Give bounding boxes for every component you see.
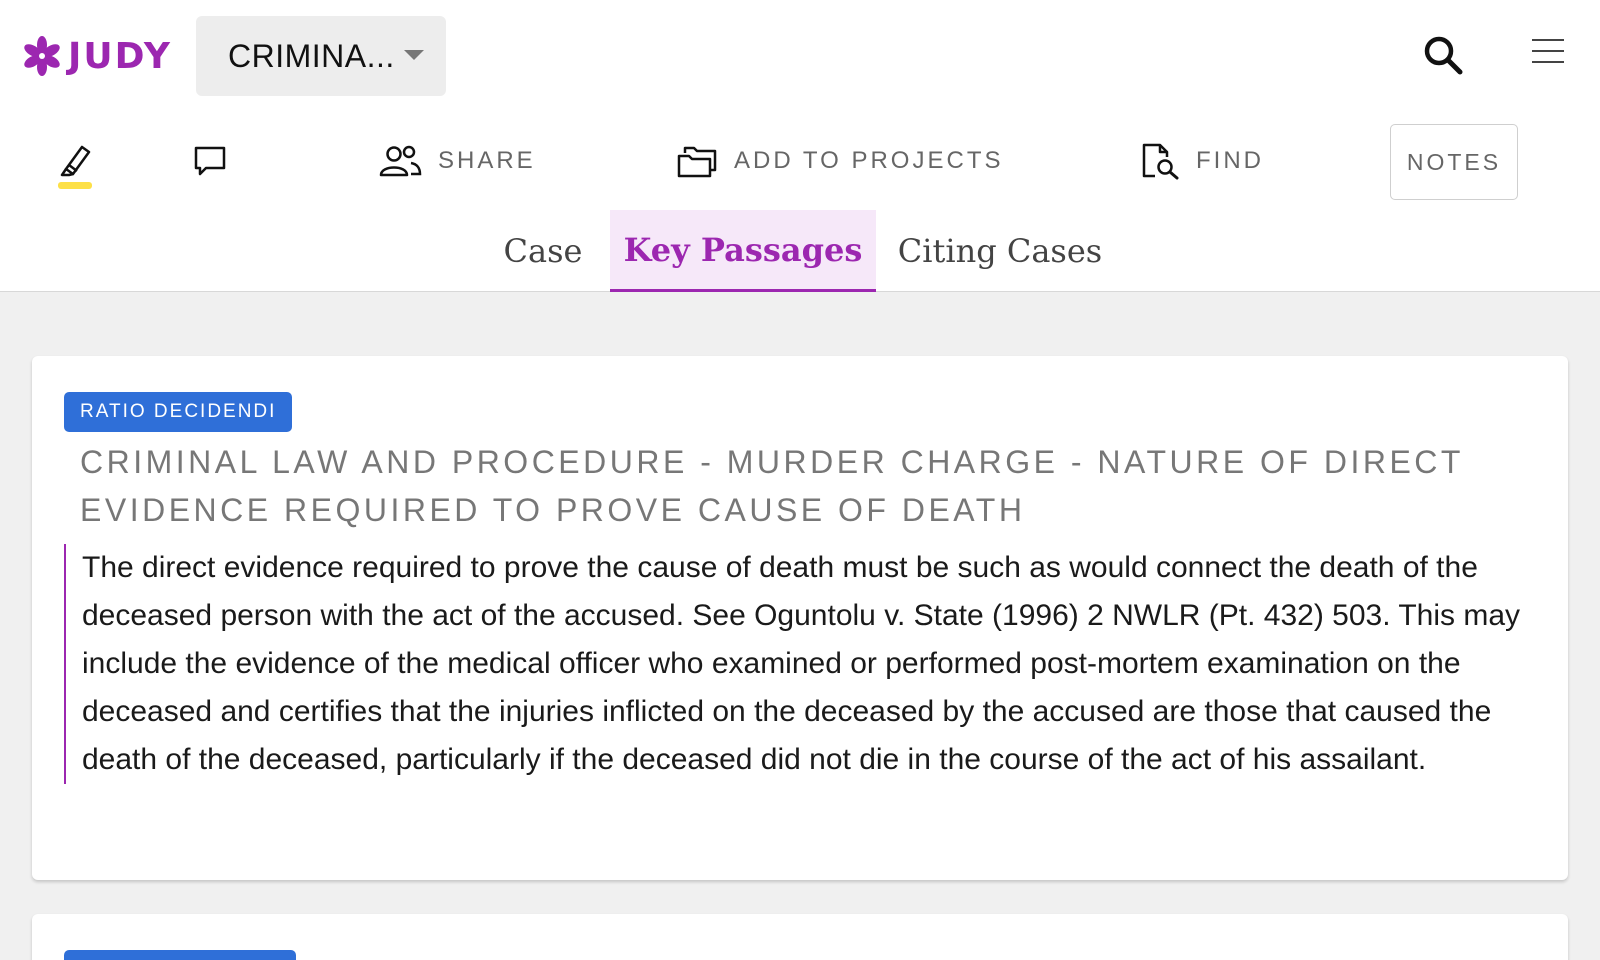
- highlight-tool-button[interactable]: [56, 136, 94, 186]
- tab-case[interactable]: Case: [492, 210, 594, 292]
- share-button[interactable]: SHARE: [378, 136, 536, 186]
- add-to-projects-label: ADD TO PROJECTS: [734, 147, 1004, 174]
- logo-text: JUDY: [68, 35, 172, 77]
- active-highlight-indicator: [58, 182, 92, 189]
- tab-key-passages[interactable]: Key Passages: [610, 210, 876, 292]
- highlighter-icon: [60, 145, 91, 177]
- case-selector-label: CRIMINA...: [228, 37, 395, 74]
- case-selector-dropdown[interactable]: CRIMINA...: [196, 16, 446, 96]
- users-icon: [379, 145, 422, 177]
- comment-tool-button[interactable]: [192, 136, 228, 186]
- comment-icon: [194, 146, 226, 176]
- find-button[interactable]: FIND: [1140, 136, 1264, 186]
- add-to-projects-button[interactable]: ADD TO PROJECTS: [676, 136, 1003, 186]
- search-icon: [1424, 36, 1463, 75]
- notes-label: NOTES: [1406, 148, 1502, 175]
- passage-quote: The direct evidence required to prove th…: [64, 544, 1524, 784]
- folders-icon: [677, 146, 717, 178]
- case-tabs: Case Key Passages Citing Cases: [0, 210, 1600, 292]
- hamburger-menu-icon: [1532, 39, 1564, 63]
- document-search-icon: [1142, 143, 1179, 180]
- next-passage-badge: [64, 950, 296, 960]
- notes-button[interactable]: NOTES: [1390, 124, 1518, 200]
- app-header: JUDY CRIMINA... SHARE ADD TO PROJECTS FI…: [0, 0, 1600, 292]
- caret-down-icon: [404, 50, 424, 60]
- ratio-decidendi-badge: RATIO DECIDENDI: [64, 392, 293, 432]
- flower-logo-icon: [24, 36, 60, 76]
- search-button[interactable]: [1420, 32, 1468, 80]
- passage-heading: CRIMINAL LAW AND PROCEDURE - MURDER CHAR…: [80, 444, 1464, 528]
- judy-logo[interactable]: JUDY: [22, 34, 172, 78]
- key-passage-card-next: [32, 914, 1568, 960]
- tab-citing-cases[interactable]: Citing Cases: [896, 210, 1104, 292]
- find-label: FIND: [1196, 147, 1264, 174]
- key-passage-card: RATIO DECIDENDI CRIMINAL LAW AND PROCEDU…: [32, 356, 1568, 880]
- menu-button[interactable]: [1528, 32, 1568, 72]
- share-label: SHARE: [438, 147, 536, 174]
- passage-text: The direct evidence required to prove th…: [82, 551, 1521, 776]
